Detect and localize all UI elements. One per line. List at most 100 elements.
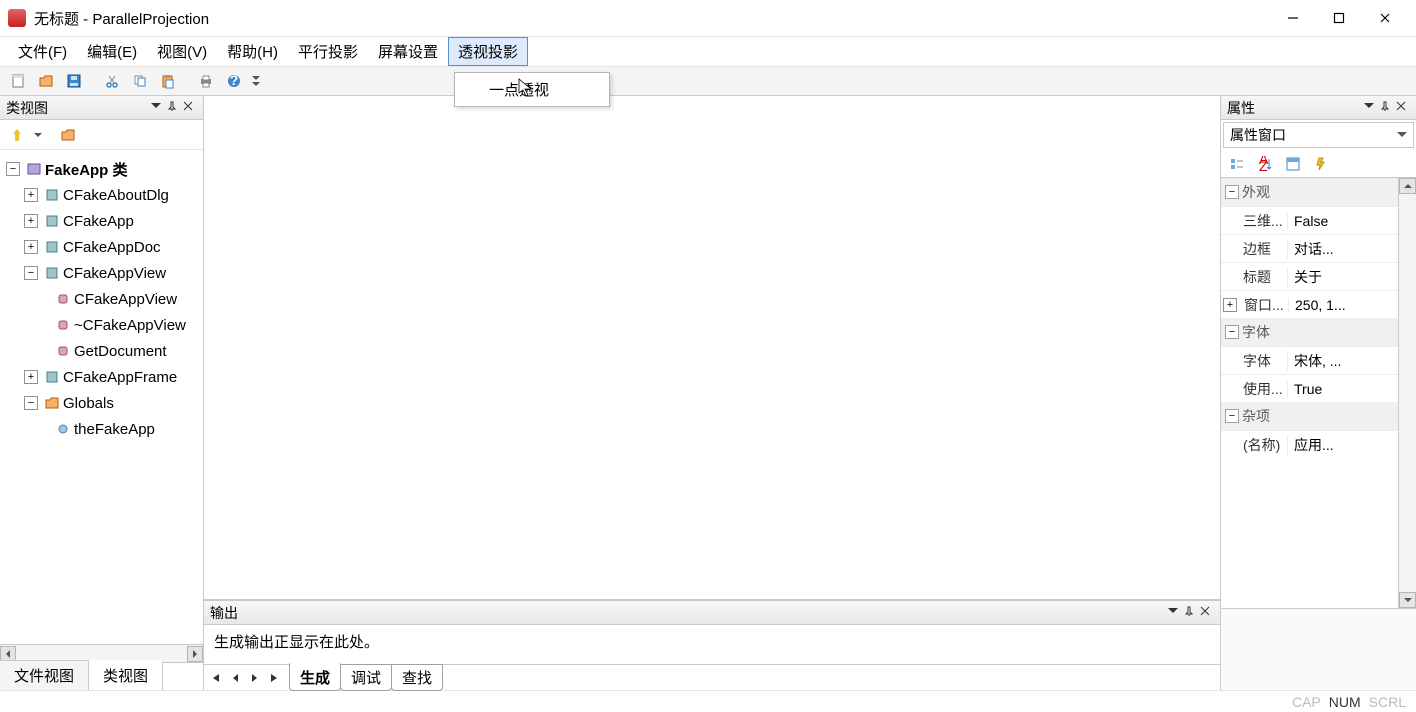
tree-node[interactable]: +CFakeAppDoc	[6, 234, 203, 260]
menu-view[interactable]: 视图(V)	[147, 37, 217, 66]
properties-panel: 属性 属性窗口 AZ −外观 三维...False 边框对话... 标题关于 +…	[1220, 96, 1416, 690]
menu-parallel-projection[interactable]: 平行投影	[288, 37, 368, 66]
tree-node[interactable]: +CFakeAboutDlg	[6, 182, 203, 208]
alphabetical-button[interactable]: AZ	[1253, 152, 1277, 176]
nav-first-icon[interactable]	[208, 671, 222, 685]
categorized-button[interactable]	[1225, 152, 1249, 176]
menu-edit[interactable]: 编辑(E)	[77, 37, 147, 66]
toolbar: ?	[0, 66, 1416, 96]
window-title: 无标题 - ParallelProjection	[34, 8, 1270, 29]
collapse-icon[interactable]: −	[6, 162, 20, 176]
main-area: 类视图 − FakeApp 类 +CFakeAboutDlg +CFakeApp…	[0, 96, 1416, 690]
tree-leaf[interactable]: theFakeApp	[6, 416, 203, 442]
collapse-icon[interactable]: −	[1225, 325, 1239, 339]
pin-icon[interactable]	[1380, 101, 1394, 115]
category-appearance[interactable]: −外观	[1221, 178, 1398, 206]
menu-screen-settings[interactable]: 屏幕设置	[368, 37, 448, 66]
save-button[interactable]	[62, 69, 86, 93]
class-view-newfolder-button[interactable]	[56, 123, 80, 147]
property-description	[1221, 608, 1416, 690]
collapse-icon[interactable]: −	[24, 266, 38, 280]
prop-row[interactable]: +窗口...250, 1...	[1221, 290, 1398, 318]
minimize-button[interactable]	[1270, 3, 1316, 33]
expand-icon[interactable]: +	[24, 240, 38, 254]
panel-close-icon[interactable]	[1200, 606, 1214, 620]
copy-button[interactable]	[128, 69, 152, 93]
props-vscrollbar[interactable]	[1398, 178, 1416, 608]
scroll-up-icon[interactable]	[1399, 178, 1416, 194]
title-bar: 无标题 - ParallelProjection	[0, 0, 1416, 36]
expand-icon[interactable]: +	[24, 188, 38, 202]
paste-button[interactable]	[156, 69, 180, 93]
collapse-icon[interactable]: −	[1225, 409, 1239, 423]
prop-row[interactable]: (名称)应用...	[1221, 430, 1398, 458]
open-file-button[interactable]	[34, 69, 58, 93]
prop-row[interactable]: 使用...True	[1221, 374, 1398, 402]
properties-header: 属性	[1221, 96, 1416, 120]
expand-icon[interactable]: +	[1223, 298, 1237, 312]
prop-row[interactable]: 边框对话...	[1221, 234, 1398, 262]
properties-object-combo[interactable]: 属性窗口	[1223, 122, 1414, 148]
output-tab-debug[interactable]: 调试	[340, 664, 392, 691]
tab-file-view[interactable]: 文件视图	[0, 660, 89, 690]
collapse-icon[interactable]: −	[1225, 185, 1239, 199]
class-icon	[44, 187, 60, 203]
toolbar-overflow[interactable]	[250, 69, 262, 93]
panel-close-icon[interactable]	[183, 101, 197, 115]
menu-perspective-projection[interactable]: 透视投影	[448, 37, 528, 66]
output-tab-build[interactable]: 生成	[289, 663, 341, 691]
prop-row[interactable]: 标题关于	[1221, 262, 1398, 290]
expand-icon[interactable]: +	[24, 370, 38, 384]
help-about-button[interactable]: ?	[222, 69, 246, 93]
close-button[interactable]	[1362, 3, 1408, 33]
pin-icon[interactable]	[1184, 606, 1198, 620]
panel-menu-icon[interactable]	[151, 101, 165, 115]
tree-node[interactable]: −CFakeAppView	[6, 260, 203, 286]
category-misc[interactable]: −杂项	[1221, 402, 1398, 430]
status-scrl: SCRL	[1369, 694, 1406, 710]
tree-leaf[interactable]: ~CFakeAppView	[6, 312, 203, 338]
tree-leaf[interactable]: GetDocument	[6, 338, 203, 364]
panel-close-icon[interactable]	[1396, 101, 1410, 115]
property-pages-button[interactable]	[1281, 152, 1305, 176]
class-tree[interactable]: − FakeApp 类 +CFakeAboutDlg +CFakeApp +CF…	[0, 150, 203, 448]
panel-menu-icon[interactable]	[1364, 101, 1378, 115]
tree-node[interactable]: +CFakeAppFrame	[6, 364, 203, 390]
panel-menu-icon[interactable]	[1168, 606, 1182, 620]
maximize-button[interactable]	[1316, 3, 1362, 33]
scroll-right-icon[interactable]	[187, 646, 203, 662]
output-title: 输出	[210, 603, 238, 623]
prop-row[interactable]: 字体宋体, ...	[1221, 346, 1398, 374]
print-button[interactable]	[194, 69, 218, 93]
status-num: NUM	[1329, 694, 1361, 710]
chevron-down-icon[interactable]	[34, 133, 42, 137]
category-font[interactable]: −字体	[1221, 318, 1398, 346]
class-view-sort-button[interactable]	[6, 123, 30, 147]
tree-root[interactable]: − FakeApp 类	[6, 156, 203, 182]
nav-last-icon[interactable]	[268, 671, 282, 685]
scroll-down-icon[interactable]	[1399, 592, 1416, 608]
nav-next-icon[interactable]	[248, 671, 262, 685]
tree-label: ~CFakeAppView	[74, 317, 186, 334]
class-view-panel: 类视图 − FakeApp 类 +CFakeAboutDlg +CFakeApp…	[0, 96, 204, 690]
svg-text:?: ?	[230, 73, 239, 88]
pin-icon[interactable]	[167, 101, 181, 115]
menu-help[interactable]: 帮助(H)	[217, 37, 288, 66]
cut-button[interactable]	[100, 69, 124, 93]
collapse-icon[interactable]: −	[24, 396, 38, 410]
menu-file[interactable]: 文件(F)	[8, 37, 77, 66]
editor-viewport[interactable]	[204, 96, 1220, 600]
tree-leaf[interactable]: CFakeAppView	[6, 286, 203, 312]
tree-node[interactable]: +CFakeApp	[6, 208, 203, 234]
output-tab-find[interactable]: 查找	[391, 664, 443, 691]
class-icon	[44, 239, 60, 255]
tab-class-view[interactable]: 类视图	[88, 660, 163, 690]
nav-prev-icon[interactable]	[228, 671, 242, 685]
events-button[interactable]	[1309, 152, 1333, 176]
chevron-down-icon	[1397, 132, 1407, 138]
expand-icon[interactable]: +	[24, 214, 38, 228]
tree-node[interactable]: −Globals	[6, 390, 203, 416]
prop-row[interactable]: 三维...False	[1221, 206, 1398, 234]
new-file-button[interactable]	[6, 69, 30, 93]
folder-icon	[44, 395, 60, 411]
